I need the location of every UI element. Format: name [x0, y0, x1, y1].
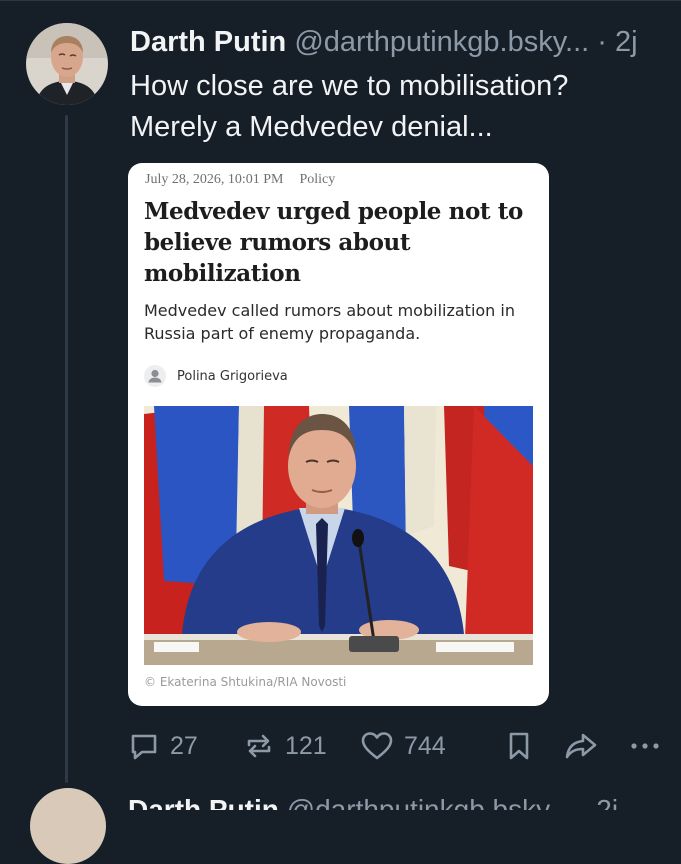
user-placeholder-icon	[144, 365, 166, 387]
avatar-photo	[26, 23, 108, 105]
article-photo	[144, 406, 533, 665]
like-count: 744	[404, 731, 446, 760]
more-icon	[631, 743, 659, 749]
repost-button[interactable]: 121	[243, 726, 327, 766]
reply-button[interactable]: 27	[128, 726, 198, 766]
post-text-line-1: How close are we to mobilisation?	[130, 70, 569, 102]
like-icon	[361, 732, 393, 760]
article-summary: Medvedev called rumors about mobilizatio…	[144, 301, 515, 343]
author-name[interactable]: Darth Putin	[130, 26, 286, 58]
share-icon	[565, 733, 597, 759]
bookmark-icon	[509, 732, 529, 760]
article-author: Polina Grigorieva	[177, 368, 288, 384]
post-separator: ·	[589, 26, 616, 58]
author-avatar[interactable]	[26, 23, 108, 105]
post-text-line-2: Merely a Medvedev denial...	[130, 111, 493, 143]
post-text: How close are we to mobilisation? Merely…	[130, 66, 650, 148]
article-author-row: Polina Grigorieva	[144, 364, 288, 388]
share-button[interactable]	[564, 726, 598, 766]
more-button[interactable]	[628, 726, 662, 766]
post-header: Darth Putin @darthputinkgb.bsky... · 2j	[130, 24, 681, 60]
post-actions: 27 121 744	[128, 726, 681, 766]
next-post-avatar[interactable]	[30, 788, 106, 864]
author-handle[interactable]: @darthputinkgb.bsky...	[294, 26, 589, 58]
top-divider	[0, 0, 681, 1]
like-button[interactable]: 744	[360, 726, 446, 766]
next-post-author-handle[interactable]: @darthputinkgb.bsky... · 2j	[287, 794, 618, 810]
thread-line	[65, 115, 68, 783]
next-post-author-name[interactable]: Darth Putin	[128, 794, 279, 810]
article-title: Medvedev urged people not to believe rum…	[144, 198, 523, 287]
next-post-header: Darth Putin @darthputinkgb.bsky... · 2j	[128, 790, 681, 810]
reply-icon	[131, 734, 157, 760]
bookmark-button[interactable]	[506, 726, 532, 766]
repost-icon	[247, 734, 271, 758]
article-date: July 28, 2026, 10:01 PM	[145, 172, 284, 187]
article-category: Policy	[299, 172, 336, 187]
reply-count: 27	[170, 731, 198, 760]
article-meta: July 28, 2026, 10:01 PM Policy	[145, 172, 335, 188]
photo-credit: © Ekaterina Shtukina/RIA Novosti	[144, 675, 347, 689]
repost-count: 121	[285, 731, 327, 760]
link-embed-card[interactable]: July 28, 2026, 10:01 PM Policy Medvedev u…	[128, 163, 549, 706]
post-timestamp[interactable]: 2j	[615, 26, 638, 58]
